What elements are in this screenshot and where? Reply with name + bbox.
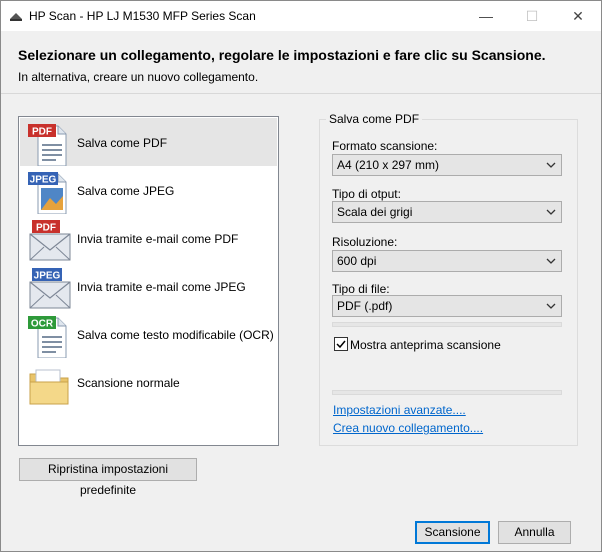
scan-button[interactable]: Scansione: [415, 521, 490, 544]
ocr-document-icon: OCR: [28, 316, 67, 358]
cancel-button[interactable]: Annulla: [498, 521, 571, 544]
output-type-label: Tipo di otput:: [332, 187, 401, 201]
scan-format-label: Formato scansione:: [332, 139, 438, 153]
resolution-value: 600 dpi: [337, 254, 377, 268]
icon-badge-text: OCR: [31, 319, 54, 330]
shortcut-label: Salva come PDF: [77, 136, 168, 150]
shortcut-item-save-jpeg[interactable]: JPEG Salva come JPEG: [20, 166, 277, 214]
window-title: HP Scan - HP LJ M1530 MFP Series Scan: [29, 9, 256, 23]
instruction-heading: Selezionare un collegamento, regolare le…: [18, 47, 546, 63]
shortcut-list[interactable]: PDF Salva come PDF JPEG Salva come JPEG …: [18, 116, 279, 446]
reset-defaults-button[interactable]: Ripristina impostazioni predefinite: [19, 458, 197, 497]
shortcut-label: Scansione normale: [77, 376, 180, 390]
minimize-button[interactable]: —: [463, 1, 509, 31]
close-icon: ✕: [572, 8, 584, 24]
file-type-value: PDF (.pdf): [337, 299, 393, 313]
close-button[interactable]: ✕: [555, 1, 601, 31]
scan-format-dropdown[interactable]: A4 (210 x 297 mm): [332, 154, 562, 176]
settings-divider: [332, 390, 562, 395]
maximize-icon: ☐: [525, 8, 539, 24]
icon-badge-text: PDF: [32, 127, 52, 138]
settings-divider: [332, 322, 562, 327]
folder-icon: [29, 369, 69, 405]
icon-badge-text: PDF: [36, 223, 56, 234]
title-bar[interactable]: HP Scan - HP LJ M1530 MFP Series Scan — …: [1, 1, 601, 31]
resolution-label: Risoluzione:: [332, 235, 398, 249]
output-type-value: Scala dei grigi: [337, 205, 413, 219]
instruction-subheading: In alternativa, creare un nuovo collegam…: [18, 70, 259, 84]
shortcut-label: Invia tramite e-mail come PDF: [77, 232, 239, 246]
header-separator: [1, 93, 601, 94]
shortcut-item-save-ocr[interactable]: OCR Salva come testo modificabile (OCR): [20, 310, 277, 358]
shortcut-label: Salva come JPEG: [77, 184, 175, 198]
hp-scan-app-icon: [10, 13, 22, 21]
checkmark-icon: [336, 340, 346, 349]
shortcut-label: Invia tramite e-mail come JPEG: [77, 280, 246, 294]
file-type-dropdown[interactable]: PDF (.pdf): [332, 295, 562, 317]
advanced-settings-link[interactable]: Impostazioni avanzate....: [333, 403, 466, 417]
instruction-header: Selezionare un collegamento, regolare le…: [1, 31, 601, 93]
icon-badge-text: JPEG: [34, 271, 61, 282]
scan-format-value: A4 (210 x 297 mm): [337, 158, 440, 172]
shortcut-label: Salva come testo modificabile (OCR): [77, 328, 274, 342]
chevron-down-icon: [546, 303, 556, 309]
chevron-down-icon: [546, 258, 556, 264]
pdf-document-icon: PDF: [28, 124, 67, 166]
settings-group-title: Salva come PDF: [326, 112, 423, 126]
shortcut-item-email-jpeg[interactable]: JPEG Invia tramite e-mail come JPEG: [20, 262, 277, 310]
output-type-dropdown[interactable]: Scala dei grigi: [332, 201, 562, 223]
preview-checkbox[interactable]: [334, 337, 348, 351]
resolution-dropdown[interactable]: 600 dpi: [332, 250, 562, 272]
shortcut-item-normal-scan[interactable]: Scansione normale: [20, 358, 277, 406]
new-shortcut-link[interactable]: Crea nuovo collegamento....: [333, 421, 483, 435]
email-jpeg-icon: JPEG: [29, 268, 71, 309]
file-type-label: Tipo di file:: [332, 282, 390, 296]
chevron-down-icon: [546, 209, 556, 215]
chevron-down-icon: [546, 162, 556, 168]
email-pdf-icon: PDF: [29, 220, 71, 261]
shortcut-item-email-pdf[interactable]: PDF Invia tramite e-mail come PDF: [20, 214, 277, 262]
hp-scan-window: HP Scan - HP LJ M1530 MFP Series Scan — …: [0, 0, 602, 552]
maximize-button[interactable]: ☐: [509, 1, 555, 31]
jpeg-image-icon: JPEG: [28, 172, 67, 214]
preview-checkbox-label[interactable]: Mostra anteprima scansione: [350, 338, 501, 352]
minimize-icon: —: [479, 8, 493, 24]
shortcut-item-save-pdf[interactable]: PDF Salva come PDF: [20, 118, 277, 166]
icon-badge-text: JPEG: [30, 175, 57, 186]
